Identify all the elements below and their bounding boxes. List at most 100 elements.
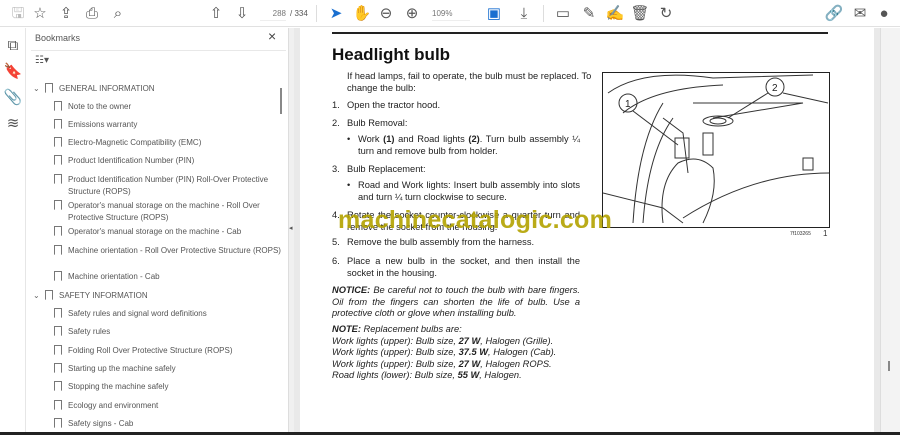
bookmark-label: Product Identification Number (PIN) Roll… <box>68 175 269 196</box>
bookmark-icon <box>54 155 62 165</box>
search-icon[interactable]: ⌕ <box>108 4 128 23</box>
account-icon[interactable]: ● <box>874 4 894 23</box>
vertical-scrollbar[interactable] <box>880 28 900 432</box>
chevron-down-icon[interactable]: ⌄ <box>33 83 40 95</box>
bookmark-icon <box>54 174 62 184</box>
pages-icon[interactable]: ⧉ <box>3 36 23 55</box>
step-text: Remove the bulb assembly from the harnes… <box>347 237 535 247</box>
bookmark-icon <box>54 101 62 111</box>
bookmark-icon[interactable]: 🔖 <box>3 62 23 81</box>
bookmark-label: Electro-Magnetic Compatibility (EMC) <box>68 138 202 147</box>
panel-scrollbar[interactable] <box>280 88 282 114</box>
headlight-figure: 1 2 <box>602 72 830 228</box>
bookmark-label: Safety rules <box>68 327 111 336</box>
bookmark-icon <box>54 137 62 147</box>
watermark: machinecatalogic.com <box>338 206 613 234</box>
rotate-icon[interactable]: ↻ <box>656 4 676 23</box>
bullet: • <box>347 180 351 190</box>
bulb-spec: Road lights (lower): Bulb size, 55 W, Ha… <box>332 370 522 380</box>
bookmark-options-icon[interactable]: ☷▾ <box>35 55 49 66</box>
bookmark-icon <box>54 363 62 373</box>
bookmark-label: Machine orientation - Cab <box>68 272 160 281</box>
bookmark-icon <box>54 200 62 210</box>
bookmark-label: Ecology and environment <box>68 401 159 410</box>
toolbar: 🖫 ☆ ⇪ ⎙ ⌕ ⇧ ⇩ 288 / 334 ➤ ✋ ⊖ ⊕ 109% ▣ ⤓… <box>0 0 900 27</box>
bookmark-icon <box>54 400 62 410</box>
bulb-spec: Work lights (upper): Bulb size, 27 W, Ha… <box>332 335 554 346</box>
print-icon[interactable]: ⎙ <box>82 4 102 23</box>
bookmark-label: Folding Roll Over Protective Structure (… <box>68 346 233 355</box>
step-text: Open the tractor hood. <box>347 100 441 110</box>
step-number: 2. <box>332 118 340 128</box>
delete-icon[interactable]: 🗑 <box>630 4 650 23</box>
zoom-in-icon[interactable]: ⊕ <box>402 4 422 23</box>
bookmark-icon <box>54 418 62 428</box>
zoom-out-icon[interactable]: ⊖ <box>376 4 396 23</box>
divider <box>316 5 317 22</box>
attachment-icon[interactable]: 📎 <box>3 88 23 107</box>
bookmark-label: SAFETY INFORMATION <box>59 291 148 300</box>
bookmark-label: Operator's manual storage on the machine… <box>68 227 242 236</box>
bookmark-label: Emissions warranty <box>68 120 138 129</box>
divider <box>31 50 286 51</box>
bookmark-label: Starting up the machine safely <box>68 364 176 373</box>
page-up-icon[interactable]: ⇧ <box>206 4 226 23</box>
layers-icon[interactable]: ≋ <box>3 114 23 133</box>
fit-page-icon[interactable]: ▣ <box>484 4 504 23</box>
panel-title: Bookmarks <box>35 33 81 43</box>
scroll-mode-icon[interactable]: ⤓ <box>514 4 534 23</box>
bookmark-icon <box>54 119 62 129</box>
page-number-input[interactable]: 288 <box>260 6 286 21</box>
cloud-upload-icon[interactable]: ⇪ <box>56 4 76 23</box>
bookmark-icon <box>54 326 62 336</box>
highlight-pen-icon[interactable]: ✎ <box>579 4 599 23</box>
zoom-select[interactable]: 109% <box>432 6 470 21</box>
bookmark-label: GENERAL INFORMATION <box>59 84 155 93</box>
bookmark-label: Stopping the machine safely <box>68 382 169 391</box>
step-text: Bulb Removal: <box>347 118 408 128</box>
bookmark-icon <box>54 271 62 281</box>
intro-text: If head lamps, fail to operate, the bulb… <box>347 71 592 93</box>
step-number: 6. <box>332 256 340 266</box>
bookmark-icon <box>54 308 62 318</box>
header-rule <box>332 32 828 34</box>
step-number: 1. <box>332 100 340 110</box>
chevron-down-icon[interactable]: ⌄ <box>33 290 40 302</box>
close-icon[interactable]: × <box>268 28 276 44</box>
comment-icon[interactable]: ▭ <box>553 4 573 23</box>
bookmark-icon <box>54 381 62 391</box>
note-text: NOTE: Replacement bulbs are: Work lights… <box>332 324 592 382</box>
save-icon[interactable]: 🖫 <box>8 4 28 23</box>
bookmark-label: Note to the owner <box>68 102 132 111</box>
left-rail: ⧉ 🔖 📎 ≋ <box>0 28 26 432</box>
step-number: 3. <box>332 164 340 174</box>
callout-1: 1 <box>625 99 631 110</box>
bookmark-icon <box>45 290 53 300</box>
step-substep: Work (1) and Road lights (2). Turn bulb … <box>358 134 581 156</box>
star-icon[interactable]: ☆ <box>30 4 50 23</box>
bookmark-label: Product Identification Number (PIN) <box>68 156 195 165</box>
bullet: • <box>347 134 351 144</box>
headlight-illustration: 1 2 <box>602 74 830 224</box>
page-total: / 334 <box>290 9 308 18</box>
sign-icon[interactable]: ✍ <box>605 4 625 23</box>
bookmark-label: Safety rules and signal word definitions <box>68 309 207 318</box>
bookmark-icon <box>54 345 62 355</box>
bookmark-icon <box>45 83 53 93</box>
select-cursor-icon[interactable]: ➤ <box>326 4 346 23</box>
step-substep: Road and Work lights: Insert bulb assemb… <box>358 180 580 202</box>
bulb-spec: Work lights (upper): Bulb size, 37.5 W, … <box>332 347 557 357</box>
share-link-icon[interactable]: 🔗 <box>824 4 844 23</box>
page-down-icon[interactable]: ⇩ <box>232 4 252 23</box>
email-icon[interactable]: ✉ <box>850 4 870 23</box>
bookmark-icon <box>54 245 62 255</box>
notice-text: NOTICE: Be careful not to touch the bulb… <box>332 285 580 318</box>
hand-icon[interactable]: ✋ <box>352 4 372 23</box>
divider <box>543 5 544 22</box>
bulb-spec: Work lights (upper): Bulb size, 27 W, Ha… <box>332 358 552 369</box>
page-title: Headlight bulb <box>332 45 451 64</box>
figure-number: 1 <box>823 229 828 238</box>
step-number: 5. <box>332 237 340 247</box>
bookmark-label: Machine orientation - Roll Over Protecti… <box>68 246 281 255</box>
bookmark-label: Safety signs - Cab <box>68 419 134 428</box>
